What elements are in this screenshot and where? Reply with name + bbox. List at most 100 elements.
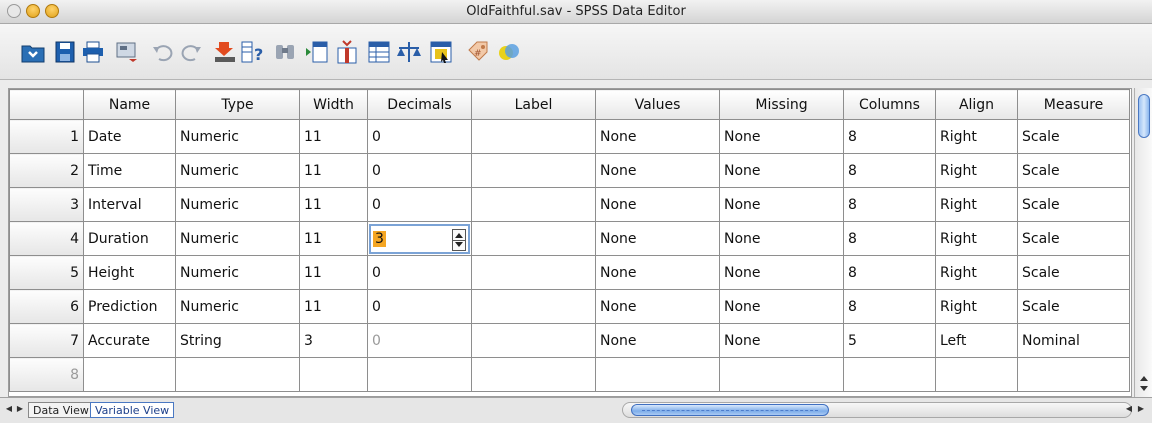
cell-name[interactable]: Duration [83, 221, 176, 256]
empty-cell[interactable] [471, 357, 596, 392]
column-header[interactable]: Missing [719, 89, 844, 120]
row-header[interactable]: 7 [9, 323, 84, 358]
column-header[interactable]: Type [175, 89, 300, 120]
cell-values[interactable]: None [595, 289, 720, 324]
select-cases-icon[interactable] [428, 39, 454, 65]
find-icon[interactable] [272, 39, 298, 65]
cell-align[interactable]: Right [935, 119, 1018, 154]
cell-measure[interactable]: Scale [1017, 153, 1130, 188]
dialog-recall-icon[interactable] [114, 39, 140, 65]
cell-width[interactable]: 11 [299, 221, 368, 256]
column-header[interactable]: Width [299, 89, 368, 120]
cell-type[interactable]: Numeric [175, 255, 300, 290]
cell-decimals-editing[interactable]: 3 [367, 221, 472, 256]
cell-label[interactable] [471, 119, 596, 154]
horizontal-scrollbar[interactable] [622, 402, 1132, 418]
insert-variable-icon[interactable] [334, 39, 360, 65]
empty-cell[interactable] [175, 357, 300, 392]
variables-icon[interactable]: ? [240, 39, 266, 65]
cell-name[interactable]: Date [83, 119, 176, 154]
cell-values[interactable]: None [595, 255, 720, 290]
cell-decimals[interactable]: 0 [367, 255, 472, 290]
row-header[interactable]: 6 [9, 289, 84, 324]
tab-prev-arrow-icon[interactable]: ◀ [4, 403, 14, 415]
empty-cell[interactable] [843, 357, 936, 392]
cell-measure[interactable]: Scale [1017, 119, 1130, 154]
value-labels-icon[interactable]: # [466, 39, 492, 65]
cell-width[interactable]: 11 [299, 255, 368, 290]
cell-decimals[interactable]: 0 [367, 119, 472, 154]
undo-icon[interactable] [150, 39, 176, 65]
cell-missing[interactable]: None [719, 119, 844, 154]
cell-label[interactable] [471, 153, 596, 188]
cell-columns[interactable]: 8 [843, 255, 936, 290]
cell-type[interactable]: Numeric [175, 153, 300, 188]
redo-icon[interactable] [178, 39, 204, 65]
cell-measure[interactable]: Scale [1017, 187, 1130, 222]
cell-decimals[interactable]: 0 [367, 289, 472, 324]
cell-width[interactable]: 11 [299, 153, 368, 188]
cell-columns[interactable]: 8 [843, 289, 936, 324]
increment-arrow-icon[interactable] [455, 232, 463, 238]
cell-name[interactable]: Time [83, 153, 176, 188]
cell-name[interactable]: Interval [83, 187, 176, 222]
tab-data-view[interactable]: Data View [28, 402, 94, 418]
empty-cell[interactable] [83, 357, 176, 392]
horizontal-scroll-thumb[interactable] [631, 404, 829, 416]
cell-label[interactable] [471, 221, 596, 256]
decrement-arrow-icon[interactable] [455, 241, 463, 247]
empty-cell[interactable] [595, 357, 720, 392]
vertical-scroll-thumb[interactable] [1138, 94, 1150, 138]
cell-columns[interactable]: 8 [843, 221, 936, 256]
cell-columns[interactable]: 8 [843, 119, 936, 154]
cell-measure[interactable]: Scale [1017, 221, 1130, 256]
cell-align[interactable]: Right [935, 255, 1018, 290]
cell-measure[interactable]: Scale [1017, 255, 1130, 290]
decimals-stepper[interactable]: 3 [369, 223, 470, 254]
cell-decimals[interactable]: 0 [367, 187, 472, 222]
cell-label[interactable] [471, 289, 596, 324]
decimals-edit-value[interactable]: 3 [373, 230, 386, 247]
cell-columns[interactable]: 8 [843, 187, 936, 222]
cell-type[interactable]: Numeric [175, 221, 300, 256]
empty-cell[interactable] [367, 357, 472, 392]
cell-values[interactable]: None [595, 323, 720, 358]
cell-width[interactable]: 3 [299, 323, 368, 358]
cell-measure[interactable]: Scale [1017, 289, 1130, 324]
scroll-right-arrow-icon[interactable]: ▶ [1136, 403, 1146, 415]
cell-align[interactable]: Right [935, 289, 1018, 324]
cell-type[interactable]: Numeric [175, 187, 300, 222]
cell-columns[interactable]: 8 [843, 153, 936, 188]
vertical-scrollbar[interactable] [1134, 88, 1152, 397]
split-file-icon[interactable] [366, 39, 392, 65]
empty-cell[interactable] [935, 357, 1018, 392]
cell-width[interactable]: 11 [299, 187, 368, 222]
cell-width[interactable]: 11 [299, 119, 368, 154]
tab-variable-view[interactable]: Variable View [90, 402, 175, 418]
cell-align[interactable]: Left [935, 323, 1018, 358]
scroll-down-arrow-icon[interactable] [1140, 386, 1148, 391]
cell-label[interactable] [471, 187, 596, 222]
column-header[interactable]: Values [595, 89, 720, 120]
insert-cases-icon[interactable] [304, 39, 330, 65]
cell-missing[interactable]: None [719, 221, 844, 256]
empty-cell[interactable] [299, 357, 368, 392]
cell-values[interactable]: None [595, 221, 720, 256]
cell-align[interactable]: Right [935, 153, 1018, 188]
spin-buttons[interactable] [452, 228, 466, 251]
cell-type[interactable]: Numeric [175, 289, 300, 324]
print-icon[interactable] [80, 39, 106, 65]
row-header[interactable]: 1 [9, 119, 84, 154]
corner-cell[interactable] [9, 89, 84, 120]
cell-width[interactable]: 11 [299, 289, 368, 324]
cell-missing[interactable]: None [719, 255, 844, 290]
cell-label[interactable] [471, 323, 596, 358]
column-header[interactable]: Label [471, 89, 596, 120]
empty-cell[interactable] [719, 357, 844, 392]
save-icon[interactable] [52, 39, 78, 65]
open-folder-icon[interactable] [20, 39, 46, 65]
empty-cell[interactable] [1017, 357, 1130, 392]
cell-align[interactable]: Right [935, 187, 1018, 222]
column-header[interactable]: Columns [843, 89, 936, 120]
cell-decimals[interactable]: 0 [367, 153, 472, 188]
